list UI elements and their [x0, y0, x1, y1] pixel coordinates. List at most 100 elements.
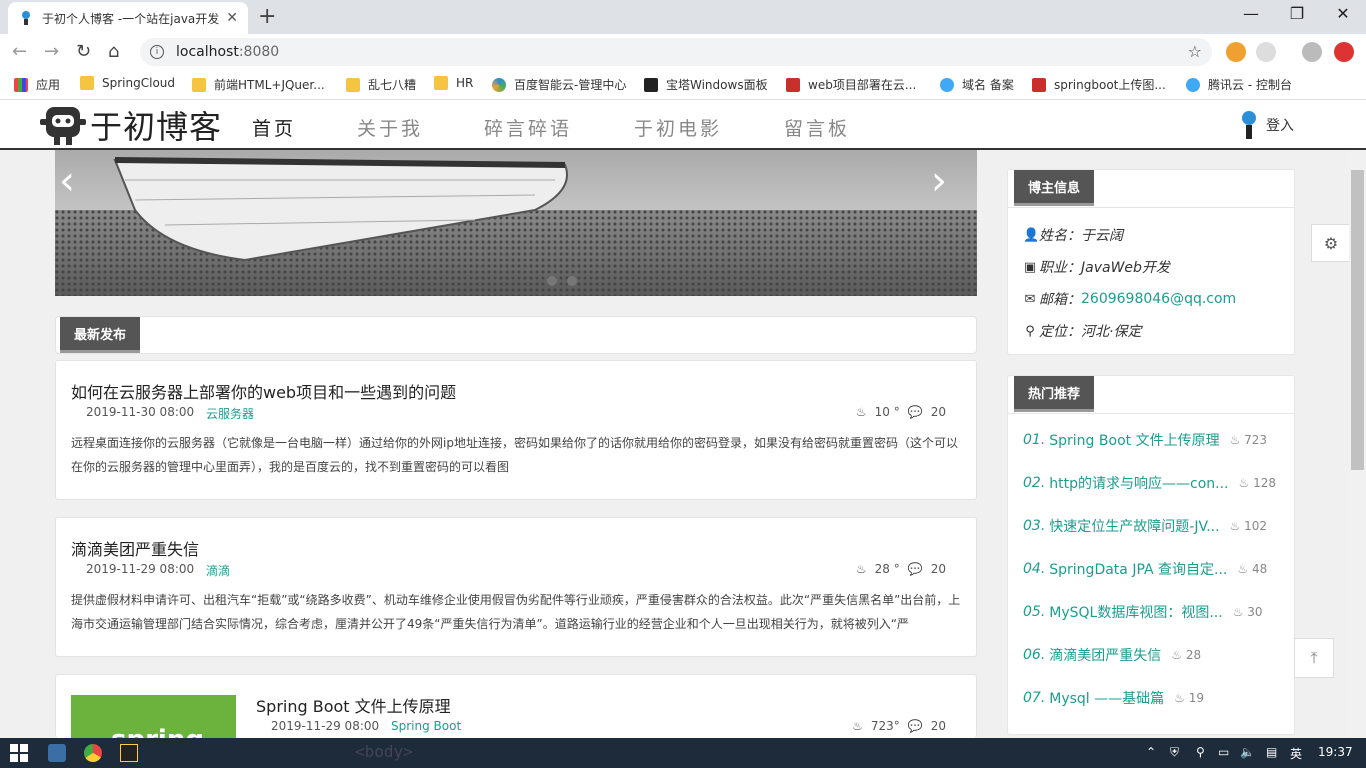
bookmark-item[interactable]: HR — [434, 76, 473, 90]
carousel-prev-icon[interactable]: ‹ — [59, 158, 75, 204]
idcard-icon: ▣ — [1023, 259, 1037, 275]
notification-icon[interactable]: ▤ — [1266, 745, 1277, 759]
site-info-icon[interactable]: i — [150, 45, 164, 59]
bookmark-item[interactable]: 前端HTML+JQuer... — [192, 76, 325, 93]
views-flame-icon: ♨ — [855, 562, 867, 576]
article-card[interactable]: spring Spring Boot 文件上传原理 2019-11-29 08:… — [55, 674, 977, 738]
login-link[interactable]: 登入 — [1240, 110, 1294, 140]
tab-close-icon[interactable]: ✕ — [226, 10, 238, 26]
article-category[interactable]: 滴滴 — [206, 562, 230, 579]
bookmark-item[interactable]: 腾讯云 - 控制台 — [1186, 76, 1292, 93]
volume-icon[interactable]: 🔈 — [1240, 745, 1255, 759]
reload-icon[interactable]: ↻ — [76, 41, 91, 62]
new-tab-icon[interactable]: + — [258, 4, 276, 29]
page-scrollbar[interactable] — [1349, 150, 1366, 738]
profile-avatar-icon[interactable] — [1302, 42, 1322, 62]
carousel-next-icon[interactable]: › — [931, 158, 947, 204]
hot-post-item[interactable]: 03. 快速定位生产故障问题-JV... ♨ 102 — [1023, 516, 1267, 536]
bookmark-item[interactable]: 乱七八糟 — [346, 76, 416, 93]
divider — [1008, 207, 1294, 208]
divider — [1008, 413, 1294, 414]
bookmark-item[interactable]: 应用 — [14, 76, 60, 93]
hot-post-item[interactable]: 06. 滴滴美团严重失信 ♨ 28 — [1023, 645, 1201, 665]
carousel-dot[interactable] — [547, 276, 557, 286]
tray-chevron-icon[interactable]: ⌃ — [1146, 745, 1156, 759]
bookmark-item[interactable]: springboot上传图... — [1032, 76, 1166, 93]
home-icon[interactable]: ⌂ — [108, 41, 119, 62]
flame-icon: ♨ — [1229, 519, 1245, 533]
hot-post-item[interactable]: 07. Mysql ——基础篇 ♨ 19 — [1023, 688, 1204, 708]
bookmark-item[interactable]: 域名 备案 — [940, 76, 1014, 93]
article-date: 2019-11-29 08:00 — [271, 719, 380, 733]
clock[interactable]: 19:37 — [1318, 745, 1353, 759]
settings-gear-icon[interactable]: ⚙ — [1311, 224, 1351, 262]
article-date: 2019-11-30 08:00 — [86, 405, 195, 419]
comment-icon: 💬 — [907, 719, 923, 733]
article-card[interactable]: 如何在云服务器上部署你的web项目和一些遇到的问题 2019-11-30 08:… — [55, 360, 977, 500]
article-title[interactable]: 如何在云服务器上部署你的web项目和一些遇到的问题 — [71, 379, 456, 403]
cloud-icon — [940, 77, 954, 92]
site-logo[interactable]: 于初博客 — [40, 102, 222, 148]
hot-post-item[interactable]: 01. Spring Boot 文件上传原理 ♨ 723 — [1023, 430, 1267, 450]
battery-icon[interactable]: ▭ — [1218, 745, 1229, 759]
browser-tab-strip: 于初个人博客 -一个站在java开发 ✕ + — ❐ ✕ — [0, 0, 1366, 34]
article-card[interactable]: 滴滴美团严重失信 2019-11-29 08:00 滴滴 ♨ 28 ° 💬 20 提… — [55, 517, 977, 657]
ime-indicator[interactable]: 英 — [1290, 745, 1302, 762]
carousel-dot[interactable] — [567, 276, 577, 286]
windows-taskbar: <body> ⌃ ⛨ ⚲ ▭ 🔈 ▤ 英 19:37 — [0, 738, 1366, 768]
article-stats: ♨ 28 ° 💬 20 — [856, 562, 946, 576]
hero-carousel[interactable]: ‹ › — [55, 150, 977, 296]
bookmark-item[interactable]: web项目部署在云... — [786, 76, 916, 93]
bookmark-item[interactable]: SpringCloud — [80, 76, 175, 90]
article-title[interactable]: 滴滴美团严重失信 — [71, 536, 199, 560]
back-icon[interactable]: ← — [12, 41, 27, 62]
flame-icon: ♨ — [1229, 433, 1245, 447]
hot-post-item[interactable]: 04. SpringData JPA 查询自定... ♨ 48 — [1023, 559, 1267, 579]
blogger-info-title: 博主信息 — [1014, 170, 1095, 206]
site-header: 于初博客 首页 关于我 碎言碎语 于初电影 留言板 登入 — [0, 100, 1366, 150]
browser-toolbar: ← → ↻ ⌂ i localhost:8080 ☆ — [0, 34, 1366, 70]
article-category[interactable]: 云服务器 — [206, 405, 254, 422]
thumbnail-text: spring — [111, 725, 204, 738]
info-location: ⚲ 定位：河北·保定 — [1023, 321, 1141, 341]
nav-guestbook[interactable]: 留言板 — [784, 114, 850, 141]
address-bar[interactable]: i localhost:8080 ☆ — [140, 38, 1212, 66]
windows-start-icon[interactable] — [10, 744, 28, 762]
extension-icon[interactable] — [1256, 42, 1276, 62]
scrollbar-thumb[interactable] — [1351, 170, 1364, 470]
email-link[interactable]: 2609698046@qq.com — [1081, 291, 1236, 307]
folder-icon — [80, 76, 94, 90]
hot-post-item[interactable]: 02. http的请求与响应——con... ♨ 128 — [1023, 473, 1276, 493]
shield-icon[interactable]: ⛨ — [1170, 745, 1179, 760]
browser-tab[interactable]: 于初个人博客 -一个站在java开发 ✕ — [8, 2, 248, 34]
network-icon[interactable]: ⚲ — [1196, 745, 1205, 759]
bookmark-star-icon[interactable]: ☆ — [1188, 42, 1202, 61]
forward-icon[interactable]: → — [44, 41, 59, 62]
back-to-top-icon[interactable]: ⤒ — [1294, 638, 1334, 678]
info-name: 👤 姓名：于云阔 — [1023, 227, 1123, 245]
nav-movies[interactable]: 于初电影 — [634, 114, 722, 141]
nav-home[interactable]: 首页 — [252, 114, 296, 141]
hot-post-item[interactable]: 05. MySQL数据库视图：视图... ♨ 30 — [1023, 602, 1263, 622]
article-thumbnail[interactable]: spring — [71, 695, 236, 738]
update-icon[interactable] — [1334, 42, 1354, 62]
article-title[interactable]: Spring Boot 文件上传原理 — [256, 693, 451, 717]
nav-about[interactable]: 关于我 — [357, 114, 423, 141]
chrome-icon[interactable] — [84, 744, 102, 762]
maximize-icon[interactable]: ❐ — [1274, 4, 1320, 23]
article-category[interactable]: Spring Boot — [391, 719, 461, 733]
bookmark-item[interactable]: 宝塔Windows面板 — [644, 76, 768, 93]
bookmark-item[interactable]: 百度智能云-管理中心 — [492, 76, 626, 93]
site-favicon-icon — [22, 11, 30, 25]
taskbar-app-icon[interactable] — [48, 744, 66, 762]
carousel-indicators — [547, 276, 577, 286]
flame-icon: ♨ — [1174, 691, 1189, 705]
intellij-icon[interactable] — [120, 744, 138, 762]
comment-count: 20 — [930, 405, 946, 419]
article-stats: ♨ 723° 💬 20 — [852, 719, 946, 733]
minimize-icon[interactable]: — — [1228, 4, 1274, 23]
nav-notes[interactable]: 碎言碎语 — [484, 114, 572, 141]
close-window-icon[interactable]: ✕ — [1320, 4, 1366, 23]
extension-icon[interactable] — [1226, 42, 1246, 62]
bookmarks-bar: 应用 SpringCloud 前端HTML+JQuer... 乱七八糟 HR 百… — [0, 70, 1366, 100]
